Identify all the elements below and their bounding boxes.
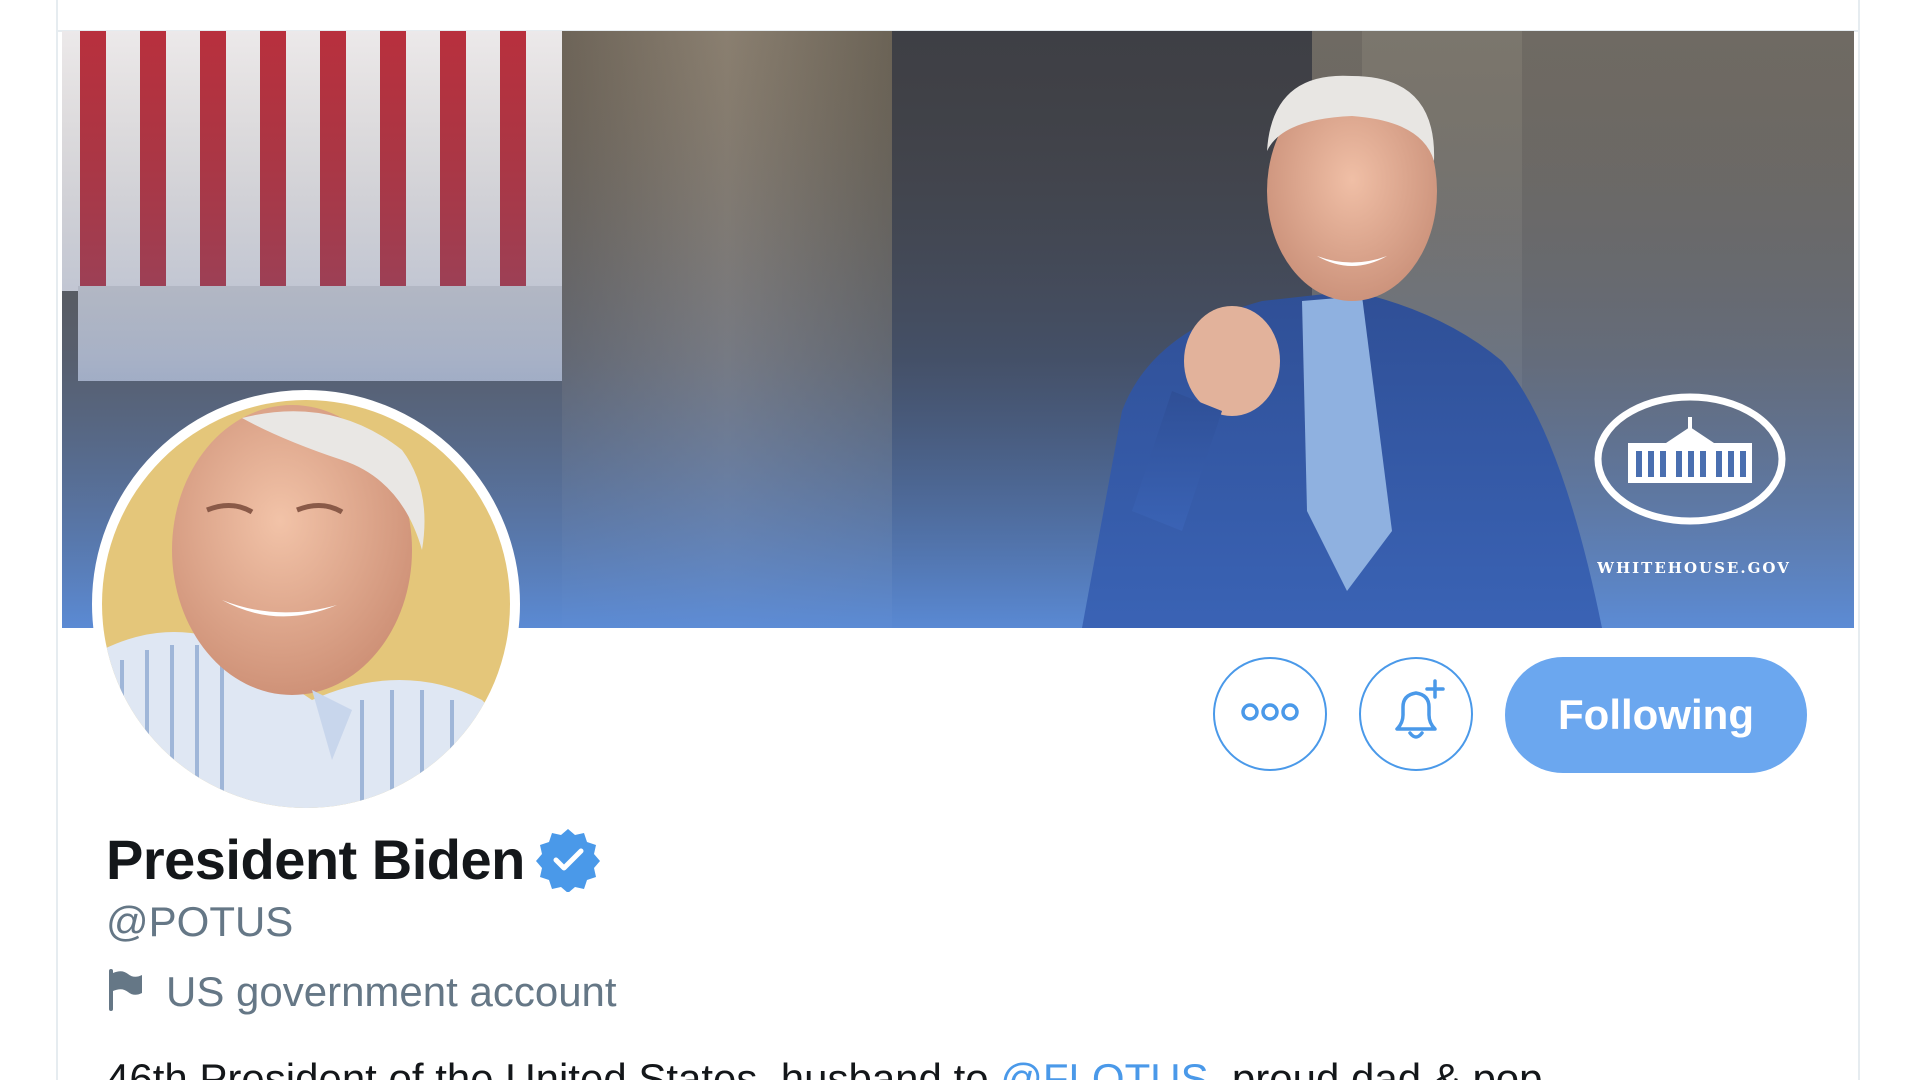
profile-avatar[interactable] (92, 390, 520, 818)
account-type-text: US government account (166, 968, 617, 1015)
bio-text-prefix: 46th President of the United States, hus… (106, 1055, 1001, 1080)
more-dots-icon (1240, 702, 1300, 727)
notifications-toggle-button[interactable] (1359, 657, 1473, 771)
profile-page: WHITEHOUSE.GOV Following President Biden… (0, 0, 1920, 1080)
profile-name-row: President Biden (106, 826, 601, 893)
flag-icon (106, 968, 144, 1016)
top-strip (58, 0, 1858, 32)
whitehouse-logo-text: WHITEHOUSE.GOV (1597, 559, 1791, 577)
verified-badge-icon (535, 826, 601, 893)
profile-handle: @POTUS (106, 898, 294, 945)
bio-mention-link[interactable]: @FLOTUS (1000, 1055, 1208, 1080)
more-options-button[interactable] (1213, 657, 1327, 771)
profile-bio: 46th President of the United States, hus… (106, 1055, 1554, 1080)
bell-plus-icon (1383, 678, 1449, 750)
following-button[interactable]: Following (1505, 657, 1807, 773)
government-account-label: US government account (106, 968, 617, 1016)
display-name: President Biden (106, 827, 525, 891)
bio-text-suffix: , proud dad & pop. (1208, 1055, 1555, 1080)
